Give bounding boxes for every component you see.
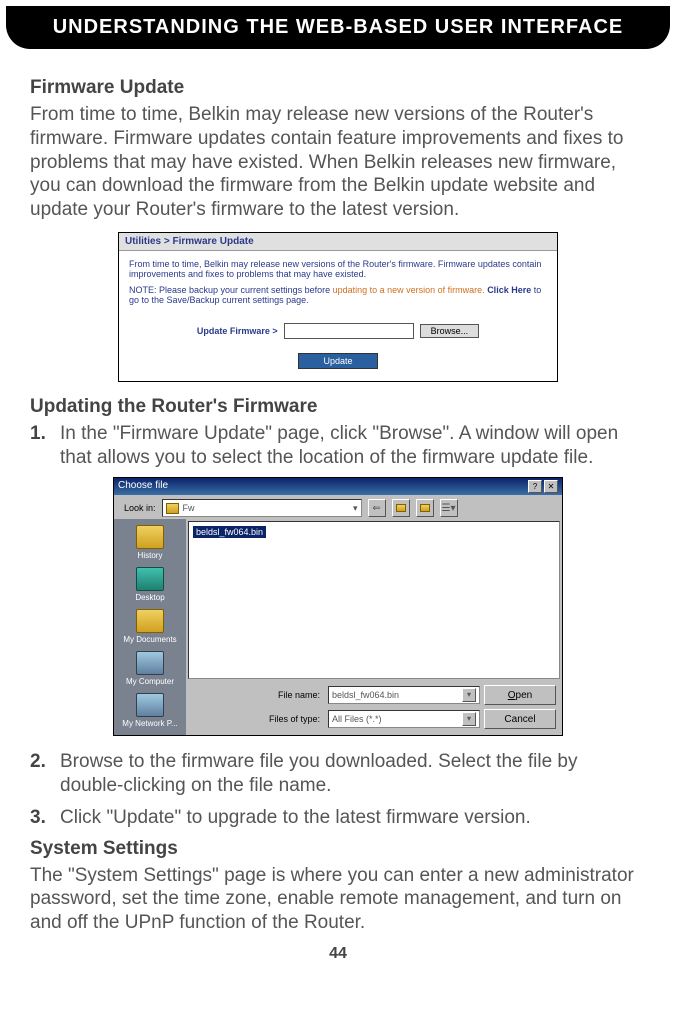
- step-1: 1. In the "Firmware Update" page, click …: [30, 422, 646, 470]
- system-settings-paragraph: The "System Settings" page is where you …: [30, 864, 646, 935]
- filename-label: File name:: [262, 690, 324, 700]
- update-button[interactable]: Update: [298, 353, 377, 369]
- new-folder-icon[interactable]: [416, 499, 434, 517]
- chevron-down-icon[interactable]: ▾: [462, 688, 476, 702]
- fw-note: NOTE: Please backup your current setting…: [129, 285, 547, 305]
- breadcrumb: Utilities > Firmware Update: [119, 233, 557, 251]
- chevron-down-icon[interactable]: ▾: [462, 712, 476, 726]
- filename-field[interactable]: beldsl_fw064.bin ▾: [328, 686, 480, 704]
- up-folder-icon[interactable]: [392, 499, 410, 517]
- places-network[interactable]: My Network P...: [118, 691, 182, 731]
- places-bar: History Desktop My Documents My Computer…: [114, 519, 186, 735]
- page-header: UNDERSTANDING THE WEB-BASED USER INTERFA…: [6, 6, 670, 49]
- updating-firmware-heading: Updating the Router's Firmware: [30, 396, 646, 418]
- places-desktop[interactable]: Desktop: [118, 565, 182, 605]
- step-2: 2. Browse to the firmware file you downl…: [30, 750, 646, 798]
- firmware-update-paragraph: From time to time, Belkin may release ne…: [30, 103, 646, 222]
- folder-icon: [166, 503, 179, 514]
- cancel-button[interactable]: Cancel: [484, 709, 556, 729]
- chevron-down-icon: ▾: [353, 503, 358, 514]
- step-number: 3.: [30, 806, 50, 830]
- places-history[interactable]: History: [118, 523, 182, 563]
- step-3: 3. Click "Update" to upgrade to the late…: [30, 806, 646, 830]
- step-text: Click "Update" to upgrade to the latest …: [56, 806, 646, 830]
- help-icon[interactable]: ?: [528, 480, 542, 493]
- update-firmware-label: Update Firmware >: [197, 326, 278, 336]
- step-number: 2.: [30, 750, 50, 798]
- close-icon[interactable]: ✕: [544, 480, 558, 493]
- choose-file-dialog: Choose file ? ✕ Look in: Fw ▾ ⇐ ☰▾ Histo…: [113, 477, 563, 736]
- lookin-dropdown[interactable]: Fw ▾: [162, 499, 362, 517]
- firmware-update-screenshot: Utilities > Firmware Update From time to…: [118, 232, 558, 382]
- click-here-link[interactable]: Click Here: [487, 285, 531, 295]
- page-content: Firmware Update From time to time, Belki…: [0, 49, 676, 973]
- step-text: Browse to the firmware file you download…: [56, 750, 646, 798]
- step-text: In the "Firmware Update" page, click "Br…: [56, 422, 646, 470]
- step-number: 1.: [30, 422, 50, 470]
- open-button[interactable]: Open: [484, 685, 556, 705]
- places-mycomputer[interactable]: My Computer: [118, 649, 182, 689]
- filetype-label: Files of type:: [262, 714, 324, 724]
- file-list[interactable]: beldsl_fw064.bin: [188, 521, 560, 679]
- page-number: 44: [30, 945, 646, 963]
- browse-button[interactable]: Browse...: [420, 324, 480, 338]
- back-icon[interactable]: ⇐: [368, 499, 386, 517]
- firmware-update-heading: Firmware Update: [30, 77, 646, 99]
- lookin-label: Look in:: [124, 503, 156, 513]
- dialog-title: Choose file: [118, 480, 168, 493]
- firmware-path-input[interactable]: [284, 323, 414, 339]
- fw-description: From time to time, Belkin may release ne…: [129, 259, 547, 279]
- view-menu-icon[interactable]: ☰▾: [440, 499, 458, 517]
- list-item[interactable]: beldsl_fw064.bin: [193, 526, 266, 538]
- filetype-dropdown[interactable]: All Files (*.*) ▾: [328, 710, 480, 728]
- system-settings-heading: System Settings: [30, 838, 646, 860]
- places-mydocuments[interactable]: My Documents: [118, 607, 182, 647]
